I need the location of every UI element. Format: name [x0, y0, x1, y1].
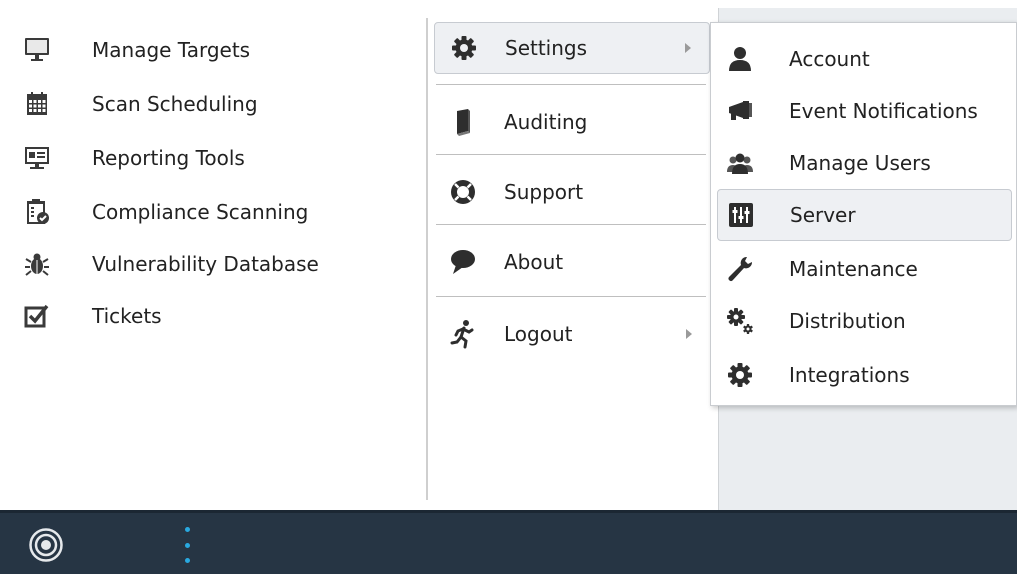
- left-item-label: Scan Scheduling: [92, 92, 258, 116]
- submenu-item-label: Event Notifications: [789, 99, 978, 123]
- submenu-item-distribution[interactable]: Distribution: [717, 295, 1012, 347]
- left-item-label: Compliance Scanning: [92, 200, 309, 224]
- submenu-item-account[interactable]: Account: [717, 33, 1012, 85]
- submenu-item-manage-users[interactable]: Manage Users: [717, 137, 1012, 189]
- submenu-item-maintenance[interactable]: Maintenance: [717, 243, 1012, 295]
- wrench-icon: [717, 243, 763, 295]
- main-menu: Settings Auditing Support About Logout: [434, 22, 710, 382]
- checkbox-ticket-icon: [22, 296, 68, 336]
- main-item-support[interactable]: Support: [434, 164, 710, 220]
- submenu-item-event-notifications[interactable]: Event Notifications: [717, 85, 1012, 137]
- left-item-tickets[interactable]: Tickets: [22, 296, 162, 336]
- gears-icon: [717, 295, 763, 347]
- left-item-scan-scheduling[interactable]: Scan Scheduling: [22, 84, 258, 124]
- speech-bubble-icon: [434, 234, 492, 290]
- target-logo-icon[interactable]: [28, 527, 64, 563]
- user-icon: [717, 33, 763, 85]
- left-item-compliance-scanning[interactable]: Compliance Scanning: [22, 192, 308, 232]
- gear-icon: [435, 23, 493, 73]
- main-item-settings[interactable]: Settings: [434, 22, 710, 74]
- kebab-dot: [184, 527, 190, 532]
- kebab-menu-icon[interactable]: [180, 527, 194, 563]
- submenu-item-label: Distribution: [789, 309, 906, 333]
- monitor-icon: [22, 30, 68, 70]
- submenu-item-label: Account: [789, 47, 870, 71]
- submenu-item-integrations[interactable]: Integrations: [717, 349, 1012, 401]
- submenu-item-label: Server: [790, 203, 856, 227]
- main-item-about[interactable]: About: [434, 234, 710, 290]
- menu-separator: [436, 154, 706, 155]
- left-nav-menu: Manage Targets Scan Scheduling Reporting…: [0, 0, 426, 510]
- menu-separator: [436, 224, 706, 225]
- running-man-icon: [434, 306, 492, 362]
- report-board-icon: [22, 138, 68, 178]
- calendar-icon: [22, 84, 68, 124]
- left-item-reporting-tools[interactable]: Reporting Tools: [22, 138, 245, 178]
- main-item-label: Auditing: [504, 110, 588, 134]
- settings-submenu: Account Event Notifications Manage Users…: [710, 22, 1017, 406]
- main-item-label: Logout: [504, 322, 573, 346]
- menu-separator: [436, 296, 706, 297]
- left-item-manage-targets[interactable]: Manage Targets: [22, 30, 250, 70]
- gear-icon: [717, 349, 763, 401]
- main-item-auditing[interactable]: Auditing: [434, 94, 710, 150]
- submenu-arrow-icon: [678, 329, 700, 339]
- lifebuoy-icon: [434, 164, 492, 220]
- submenu-arrow-icon: [677, 43, 699, 53]
- left-item-label: Manage Targets: [92, 38, 251, 62]
- main-item-logout[interactable]: Logout: [434, 306, 710, 362]
- menu-divider: [426, 18, 428, 500]
- left-item-label: Vulnerability Database: [92, 252, 319, 276]
- compliance-clipboard-icon: [22, 192, 68, 232]
- main-item-label: Support: [504, 180, 584, 204]
- submenu-item-label: Manage Users: [789, 151, 931, 175]
- main-item-label: Settings: [505, 36, 588, 60]
- kebab-dot: [184, 542, 190, 548]
- bug-icon: [22, 244, 68, 284]
- book-icon: [434, 94, 492, 150]
- left-item-label: Tickets: [92, 304, 162, 328]
- app-window: Manage Targets Scan Scheduling Reporting…: [0, 0, 1017, 574]
- equalizer-icon: [718, 190, 764, 240]
- kebab-dot: [184, 558, 190, 563]
- users-icon: [717, 137, 763, 189]
- menu-separator: [436, 84, 706, 85]
- submenu-item-label: Maintenance: [789, 257, 918, 281]
- main-item-label: About: [504, 250, 564, 274]
- bottom-taskbar: [0, 510, 1017, 574]
- megaphone-icon: [717, 85, 763, 137]
- submenu-item-server[interactable]: Server: [717, 189, 1012, 241]
- left-item-label: Reporting Tools: [92, 146, 245, 170]
- submenu-item-label: Integrations: [789, 363, 910, 387]
- left-item-vulnerability-database[interactable]: Vulnerability Database: [22, 244, 319, 284]
